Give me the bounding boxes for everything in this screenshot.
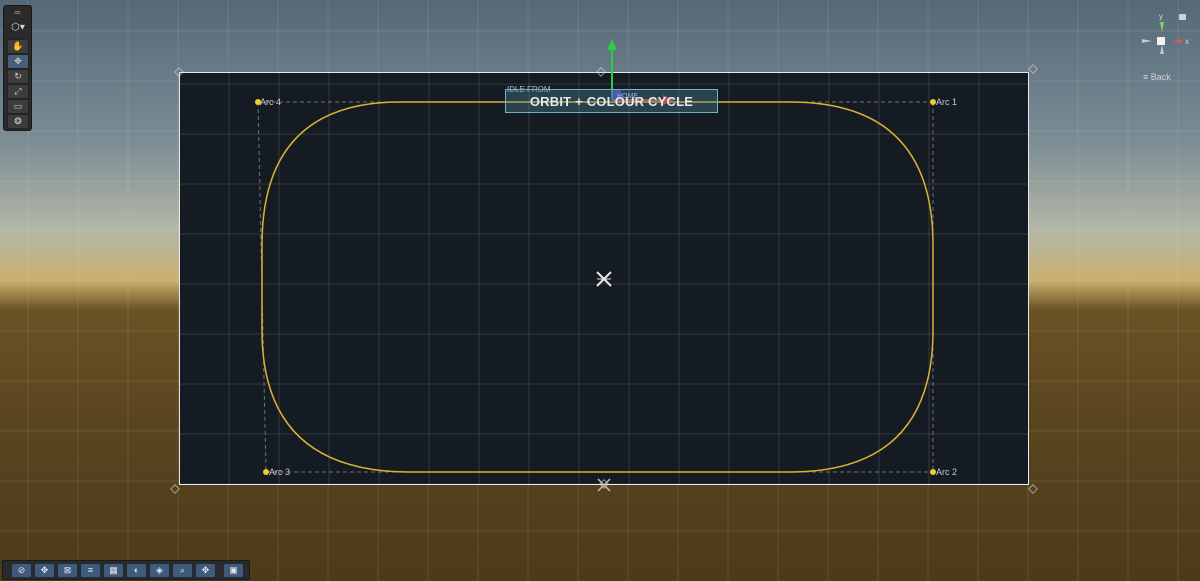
rect-tool-button[interactable]: ▭	[7, 99, 29, 114]
orbit-path-curve	[261, 101, 934, 473]
moon-icon: ◐	[133, 565, 140, 575]
resize-handle	[1028, 64, 1038, 74]
bottom-toolbar: ⊘ ✥ ⊠ ≡ ▦ ◐ ◈ ⌕ ✥ ▣	[2, 560, 250, 580]
transform-tool-button[interactable]: ❂	[7, 114, 29, 129]
orbit-tool-icon: ⊘	[17, 565, 26, 575]
y-axis-label: y	[1159, 12, 1163, 21]
grid-toggle-icon: ▦	[109, 565, 118, 575]
tools-panel: ═ ⬡▾ ✋ ✥ ↻ ⤢ ▭ ❂	[3, 5, 32, 131]
gizmo-center-cube[interactable]	[1157, 37, 1165, 45]
arc-3-label: Arc 3	[269, 467, 291, 477]
tool-mode-dropdown[interactable]: ⬡▾	[7, 20, 29, 36]
y-arrow-icon	[607, 39, 617, 50]
layers-icon: ◈	[156, 565, 163, 575]
scale-icon: ⤢	[14, 86, 22, 96]
lock-icon[interactable]	[1179, 14, 1186, 20]
chevron-down-icon: ▾	[19, 22, 25, 33]
layers-button[interactable]: ◈	[149, 563, 170, 578]
anchor-label: HOME	[617, 93, 638, 100]
pan-icon: ✥	[201, 565, 210, 575]
hand-tool-button[interactable]: ✋	[7, 39, 29, 54]
move-tool-icon: ✥	[40, 565, 49, 575]
arc-1-label: Arc 1	[936, 97, 958, 107]
rotate-icon: ↻	[14, 71, 22, 81]
scene-overlay	[170, 39, 1038, 494]
x-axis-label: x	[1185, 37, 1189, 46]
orientation-gizmo[interactable]: y x	[1136, 10, 1196, 70]
arc-4-label: Arc 4	[260, 97, 282, 107]
pan-button[interactable]: ✥	[195, 563, 216, 578]
hand-icon: ✋	[12, 41, 24, 51]
camera-icon: ▣	[229, 565, 238, 575]
arc-2-label: Arc 2	[936, 467, 958, 477]
sliders-button[interactable]: ≡	[80, 563, 101, 578]
lighting-toggle-button[interactable]: ◐	[126, 563, 147, 578]
panel-grip-icon[interactable]: ═	[7, 8, 28, 18]
resize-handle	[174, 67, 184, 77]
scale-tool-button[interactable]: ⤢	[7, 84, 29, 99]
collapse-button[interactable]: ⊠	[57, 563, 78, 578]
back-button[interactable]: ≡ Back	[1143, 72, 1171, 82]
x-axis-cone[interactable]	[1172, 39, 1182, 43]
y-axis-cone[interactable]	[1160, 22, 1164, 32]
zoom-icon: ⌕	[179, 565, 186, 575]
neg-x-axis-cone[interactable]	[1142, 39, 1152, 43]
camera-button[interactable]: ▣	[223, 563, 244, 578]
sliders-icon: ≡	[87, 565, 94, 575]
move-icon: ✥	[14, 56, 22, 66]
resize-handle	[1028, 484, 1038, 494]
transform-icon: ❂	[14, 116, 22, 126]
neg-y-axis-cone[interactable]	[1160, 45, 1164, 54]
zoom-button[interactable]: ⌕	[172, 563, 193, 578]
cube-icon: ⬡	[11, 22, 20, 33]
scene-title: ORBIT + COLOUR CYCLE	[529, 94, 694, 109]
title-element[interactable]: ORBIT + COLOUR CYCLE	[505, 89, 718, 113]
rect-icon: ▭	[13, 101, 23, 111]
move-tool-button[interactable]: ✥	[7, 54, 29, 69]
grid-toggle-button[interactable]: ▦	[103, 563, 124, 578]
resize-handle	[170, 484, 180, 494]
resize-handle	[596, 67, 606, 77]
move-tool-bottom-button[interactable]: ✥	[34, 563, 55, 578]
collapse-icon: ⊠	[63, 565, 72, 575]
scene-viewport[interactable]: IDLE FROM ORBIT + COLOUR CYCLE HOME Arc …	[0, 0, 1200, 581]
rotate-tool-button[interactable]: ↻	[7, 69, 29, 84]
orbit-tool-button[interactable]: ⊘	[11, 563, 32, 578]
